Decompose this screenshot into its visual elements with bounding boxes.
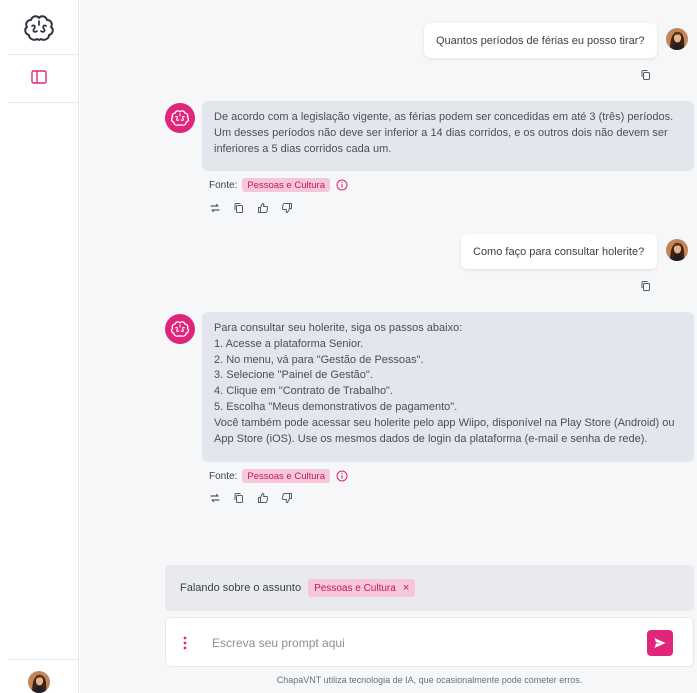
user-message-text: Quantos períodos de férias eu posso tira… bbox=[436, 34, 645, 47]
assistant-message: De acordo com a legislação vigente, as f… bbox=[202, 101, 694, 171]
info-icon[interactable] bbox=[336, 470, 348, 482]
thumbs-down-icon[interactable] bbox=[281, 202, 293, 214]
prompt-box bbox=[165, 617, 694, 667]
message-line: Um desses períodos não deve ser inferior… bbox=[214, 126, 668, 139]
send-icon bbox=[654, 638, 666, 648]
copy-icon[interactable] bbox=[640, 69, 652, 81]
brain-logo-icon bbox=[169, 107, 191, 129]
thumbs-down-icon[interactable] bbox=[281, 492, 293, 504]
kebab-menu-icon[interactable] bbox=[183, 636, 187, 650]
message-line: 4. Clique em "Contrato de Trabalho". bbox=[214, 385, 394, 398]
message-actions bbox=[209, 492, 293, 504]
user-message: Quantos períodos de férias eu posso tira… bbox=[424, 23, 657, 58]
message-line: 2. No menu, vá para "Gestão de Pessoas". bbox=[214, 353, 424, 366]
source-label: Fonte: bbox=[209, 179, 238, 191]
sidebar-divider bbox=[8, 659, 78, 660]
regenerate-icon[interactable] bbox=[209, 202, 221, 214]
topic-chip-label: Pessoas e Cultura bbox=[314, 582, 396, 594]
info-icon[interactable] bbox=[336, 179, 348, 191]
message-line: Para consultar seu holerite, siga os pas… bbox=[214, 322, 463, 334]
message-line: 3. Selecione "Painel de Gestão". bbox=[214, 369, 373, 382]
user-message: Como faço para consultar holerite? bbox=[461, 234, 657, 269]
message-line: inferiores a 5 dias corridos cada um. bbox=[214, 142, 392, 155]
brain-logo-icon bbox=[169, 318, 191, 340]
sidebar-toggle-icon[interactable] bbox=[30, 69, 48, 85]
source-chip[interactable]: Pessoas e Cultura bbox=[242, 178, 330, 192]
assistant-avatar bbox=[165, 103, 195, 133]
message-line: 5. Escolha "Meus demonstrativos de pagam… bbox=[214, 400, 458, 413]
source-label: Fonte: bbox=[209, 470, 238, 482]
copy-icon[interactable] bbox=[233, 492, 245, 504]
sidebar-divider bbox=[8, 54, 78, 55]
source-chip[interactable]: Pessoas e Cultura bbox=[242, 469, 330, 483]
thumbs-up-icon[interactable] bbox=[257, 492, 269, 504]
topic-bar: Falando sobre o assunto Pessoas e Cultur… bbox=[165, 565, 694, 611]
regenerate-icon[interactable] bbox=[209, 492, 221, 504]
message-line: 1. Acesse a plataforma Senior. bbox=[214, 337, 364, 350]
copy-icon[interactable] bbox=[640, 280, 652, 292]
user-avatar[interactable] bbox=[28, 671, 50, 693]
send-button[interactable] bbox=[647, 630, 673, 656]
topic-label: Falando sobre o assunto bbox=[180, 582, 302, 594]
message-line: App Store (iOS). Use os mesmos dados de … bbox=[214, 432, 648, 445]
source-row: Fonte: Pessoas e Cultura bbox=[209, 469, 348, 483]
sidebar bbox=[0, 0, 79, 693]
user-avatar bbox=[666, 239, 688, 261]
thumbs-up-icon[interactable] bbox=[257, 202, 269, 214]
user-message-text: Como faço para consultar holerite? bbox=[473, 245, 645, 258]
sidebar-divider bbox=[8, 102, 78, 103]
message-line: De acordo com a legislação vigente, as f… bbox=[214, 111, 674, 123]
brain-logo-icon bbox=[21, 10, 57, 46]
message-line: Você também pode acessar seu holerite pe… bbox=[214, 416, 675, 429]
remove-topic-button[interactable]: × bbox=[403, 582, 409, 594]
assistant-message: Para consultar seu holerite, siga os pas… bbox=[202, 312, 694, 462]
topic-chip: Pessoas e Cultura × bbox=[308, 579, 416, 597]
source-row: Fonte: Pessoas e Cultura bbox=[209, 178, 348, 192]
disclaimer: ChapaVNT utiliza tecnologia de IA, que o… bbox=[276, 675, 583, 685]
user-avatar bbox=[666, 28, 688, 50]
message-actions bbox=[209, 202, 293, 214]
copy-icon[interactable] bbox=[233, 202, 245, 214]
assistant-avatar bbox=[165, 314, 195, 344]
prompt-input[interactable] bbox=[212, 632, 632, 654]
